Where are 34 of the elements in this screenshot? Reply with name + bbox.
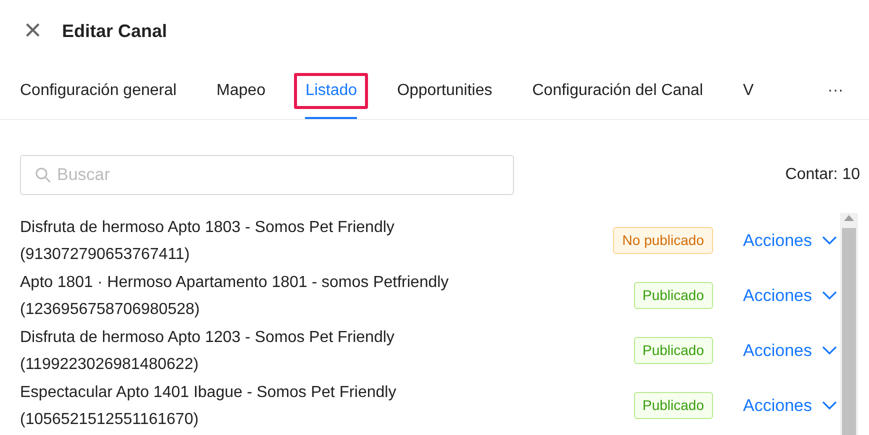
scroll-up-icon[interactable]	[844, 215, 854, 221]
status-tag: Publicado	[634, 282, 714, 309]
actions-dropdown[interactable]: Acciones	[743, 338, 837, 364]
listing-id: (1056521512551161670)	[20, 410, 200, 430]
actions-dropdown[interactable]: Acciones	[743, 392, 837, 418]
listing-title: Disfruta de hermoso Apto 1203 - Somos Pet Friendly	[20, 328, 396, 348]
count-label: Contar: 10	[785, 165, 860, 185]
tab[interactable]: Configuración del Canal	[532, 80, 704, 102]
listing-title: Disfruta de hermoso Apto 1803 - Somos Pet Friendly	[20, 218, 396, 238]
actions-dropdown[interactable]: Acciones	[743, 282, 837, 308]
listing-id: (1199223026981480622)	[20, 354, 200, 374]
chevron-down-icon	[822, 291, 837, 300]
tab[interactable]: Mapeo	[216, 80, 266, 102]
dialog-title: Editar Canal	[62, 20, 168, 42]
chevron-down-icon	[822, 346, 837, 355]
tab[interactable]: Configuración general	[20, 80, 177, 102]
chevron-down-icon	[822, 236, 837, 245]
status-tag: No publicado	[613, 227, 714, 254]
actions-dropdown[interactable]: Acciones	[743, 228, 837, 254]
more-tabs-button[interactable]: ···	[802, 62, 869, 119]
status-tag: Publicado	[634, 392, 714, 419]
scrollbar[interactable]	[840, 213, 858, 435]
tab[interactable]: Opportunities	[397, 80, 492, 102]
listing-id: (913072790653767411)	[20, 244, 191, 264]
search-field[interactable]: Buscar	[20, 155, 514, 195]
scrollbar-thumb[interactable]	[842, 228, 856, 435]
listing-title: Espectacular Apto 1401 Ibague - Somos Pet Friendly	[20, 382, 398, 402]
tab[interactable]: V	[743, 80, 754, 102]
tab[interactable]: Listado	[294, 72, 368, 108]
chevron-down-icon	[822, 401, 837, 410]
listing-id: (1236956758706980528)	[20, 300, 201, 320]
listing-title: Apto 1801 · Hermoso Apartamento 1801 - somos Petfriendly	[20, 272, 450, 292]
close-icon[interactable]: ×	[24, 16, 46, 46]
status-tag: Publicado	[634, 337, 714, 364]
